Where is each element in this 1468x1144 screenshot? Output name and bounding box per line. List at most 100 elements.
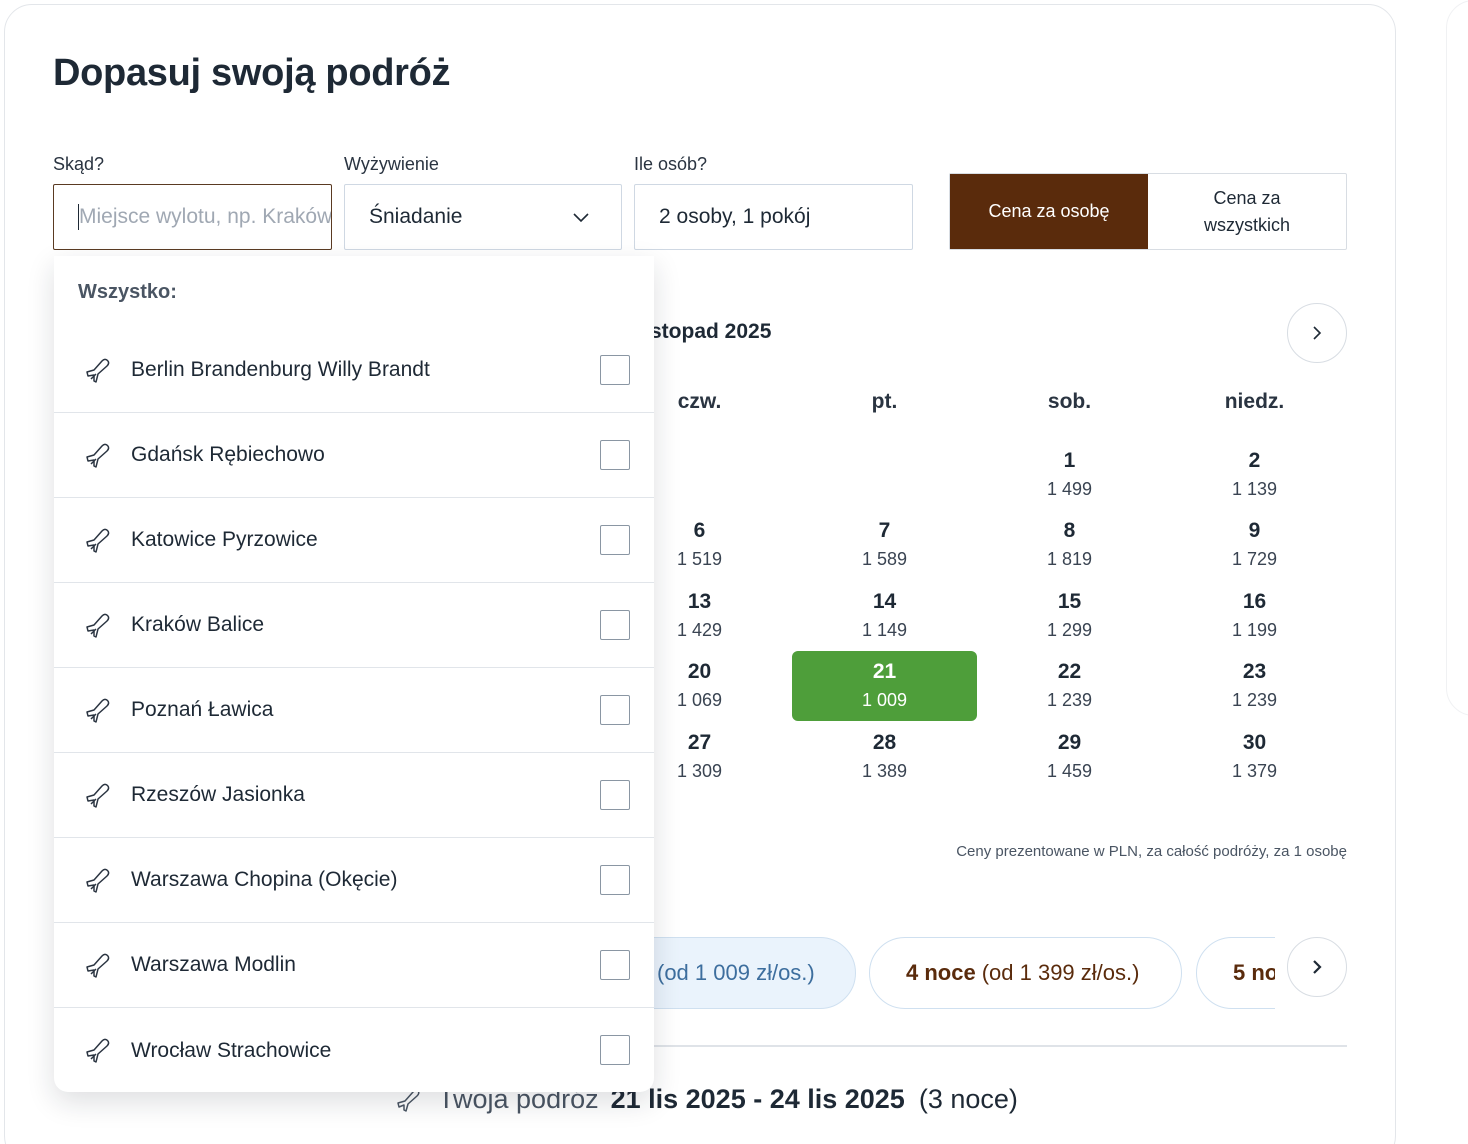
day-number: 21	[872, 660, 897, 683]
calendar-day[interactable]: 7 1 589	[792, 510, 977, 580]
trip-dates: 21 lis 2025 - 24 lis 2025	[610, 1084, 905, 1114]
day-price: 1 389	[861, 761, 908, 781]
plane-icon	[86, 613, 110, 638]
side-panel	[1446, 0, 1468, 716]
nights-option-price: (od 1 399 zł/os.)	[981, 960, 1140, 985]
calendar-day[interactable]: 21 1 009	[792, 651, 977, 721]
weekday-label: niedz.	[1224, 390, 1285, 413]
weekday-label: pt.	[871, 390, 898, 413]
board-label: Wyżywienie	[344, 154, 439, 174]
calendar-day[interactable]: 16 1 199	[1162, 581, 1347, 651]
plane-icon	[86, 358, 110, 383]
airport-name: Berlin Brandenburg Willy Brandt	[131, 358, 430, 381]
airport-checkbox[interactable]	[600, 525, 630, 555]
airport-option[interactable]: Warszawa Modlin	[54, 923, 654, 1008]
calendar-day[interactable]: 22 1 239	[977, 651, 1162, 721]
day-price: 1 239	[1046, 690, 1093, 710]
calendar-day[interactable]: 28 1 389	[792, 722, 977, 792]
chevron-right-icon	[1313, 960, 1322, 974]
calendar-day[interactable]: 23 1 239	[1162, 651, 1347, 721]
board-select[interactable]: Śniadanie	[344, 184, 622, 250]
airport-option[interactable]: Katowice Pyrzowice	[54, 498, 654, 583]
day-number: 23	[1242, 660, 1267, 683]
price-total-label: Cena za wszystkich	[1203, 187, 1290, 235]
airport-checkbox[interactable]	[600, 780, 630, 810]
departure-dropdown: Wszystko: Berlin Brandenburg Willy Brand…	[54, 256, 654, 1092]
day-price: 1 379	[1231, 761, 1278, 781]
plane-icon	[86, 783, 110, 808]
airport-checkbox[interactable]	[600, 610, 630, 640]
people-value: 2 osoby, 1 pokój	[659, 205, 811, 228]
day-number: 9	[1248, 519, 1261, 542]
weekday-label: sob.	[1047, 390, 1092, 413]
airport-option[interactable]: Wrocław Strachowice	[54, 1008, 654, 1093]
from-placeholder: Miejsce wylotu, np. Kraków	[79, 205, 331, 228]
airport-name: Rzeszów Jasionka	[131, 783, 305, 806]
day-number: 2	[1248, 449, 1261, 472]
plane-icon	[86, 528, 110, 553]
dropdown-header: Wszystko:	[78, 281, 177, 303]
day-number: 14	[872, 590, 897, 613]
calendar-day[interactable]: 1 1 499	[977, 440, 1162, 510]
plane-icon	[86, 953, 110, 978]
airport-name: Warszawa Modlin	[131, 953, 296, 976]
day-number: 7	[878, 519, 891, 542]
price-note: Ceny prezentowane w PLN, za całość podró…	[956, 843, 1347, 860]
price-per-person-button[interactable]: Cena za osobę	[950, 174, 1148, 249]
day-number: 30	[1242, 731, 1267, 754]
day-price: 1 239	[1231, 690, 1278, 710]
day-number: 29	[1057, 731, 1082, 754]
airport-option[interactable]: Berlin Brandenburg Willy Brandt	[54, 328, 654, 413]
calendar-month-title: stopad 2025	[650, 320, 772, 343]
airport-name: Katowice Pyrzowice	[131, 528, 318, 551]
nights-option-4[interactable]: 4 noce (od 1 399 zł/os.)	[869, 937, 1182, 1009]
people-label: Ile osób?	[634, 154, 708, 174]
airport-name: Warszawa Chopina (Okęcie)	[131, 868, 398, 891]
day-number: 8	[1063, 519, 1076, 542]
airport-checkbox[interactable]	[600, 440, 630, 470]
price-mode-toggle: Cena za osobę Cena za wszystkich	[949, 173, 1347, 250]
day-price: 1 139	[1231, 479, 1278, 499]
nights-option-label: 5 noc	[1233, 960, 1275, 985]
airport-checkbox[interactable]	[600, 865, 630, 895]
people-field[interactable]: 2 osoby, 1 pokój	[634, 184, 913, 250]
board-value: Śniadanie	[369, 205, 463, 228]
airport-option[interactable]: Rzeszów Jasionka	[54, 753, 654, 838]
chevron-down-icon	[573, 213, 589, 223]
price-total-button[interactable]: Cena za wszystkich	[1148, 174, 1346, 249]
airport-checkbox[interactable]	[600, 695, 630, 725]
calendar-day[interactable]: 9 1 729	[1162, 510, 1347, 580]
day-price: 1 149	[861, 620, 908, 640]
next-month-button[interactable]	[1287, 303, 1347, 363]
calendar-day[interactable]: 30 1 379	[1162, 722, 1347, 792]
calendar-day[interactable]: 29 1 459	[977, 722, 1162, 792]
from-label: Skąd?	[53, 154, 105, 174]
day-price: 1 729	[1231, 549, 1278, 569]
airport-option[interactable]: Poznań Ławica	[54, 668, 654, 753]
day-number: 22	[1057, 660, 1082, 683]
nights-option-price: (od 1 009 zł/os.)	[657, 960, 815, 985]
calendar-day[interactable]: 2 1 139	[1162, 440, 1347, 510]
from-input[interactable]: Miejsce wylotu, np. Kraków	[53, 184, 332, 250]
airport-checkbox[interactable]	[600, 355, 630, 385]
day-number: 16	[1242, 590, 1267, 613]
plane-icon	[86, 443, 110, 468]
divider	[560, 1045, 1347, 1047]
airport-option[interactable]: Kraków Balice	[54, 583, 654, 668]
calendar-day[interactable]: 8 1 819	[977, 510, 1162, 580]
calendar-day[interactable]: 15 1 299	[977, 581, 1162, 651]
nights-option-5[interactable]: 5 noc	[1196, 937, 1275, 1009]
nights-option-label: 4 noce	[906, 960, 976, 985]
airport-option[interactable]: Gdańsk Rębiechowo	[54, 413, 654, 498]
airport-name: Wrocław Strachowice	[131, 1038, 332, 1062]
trip-nights: (3 noce)	[918, 1084, 1018, 1114]
airport-checkbox[interactable]	[600, 950, 630, 980]
airport-name: Poznań Ławica	[131, 698, 274, 721]
plane-icon	[86, 698, 110, 723]
airport-option[interactable]: Warszawa Chopina (Okęcie)	[54, 838, 654, 923]
day-number: 15	[1057, 590, 1082, 613]
calendar-day[interactable]: 14 1 149	[792, 581, 977, 651]
airport-checkbox[interactable]	[600, 1035, 630, 1065]
nights-next-button[interactable]	[1287, 937, 1347, 997]
plane-icon	[86, 868, 110, 893]
